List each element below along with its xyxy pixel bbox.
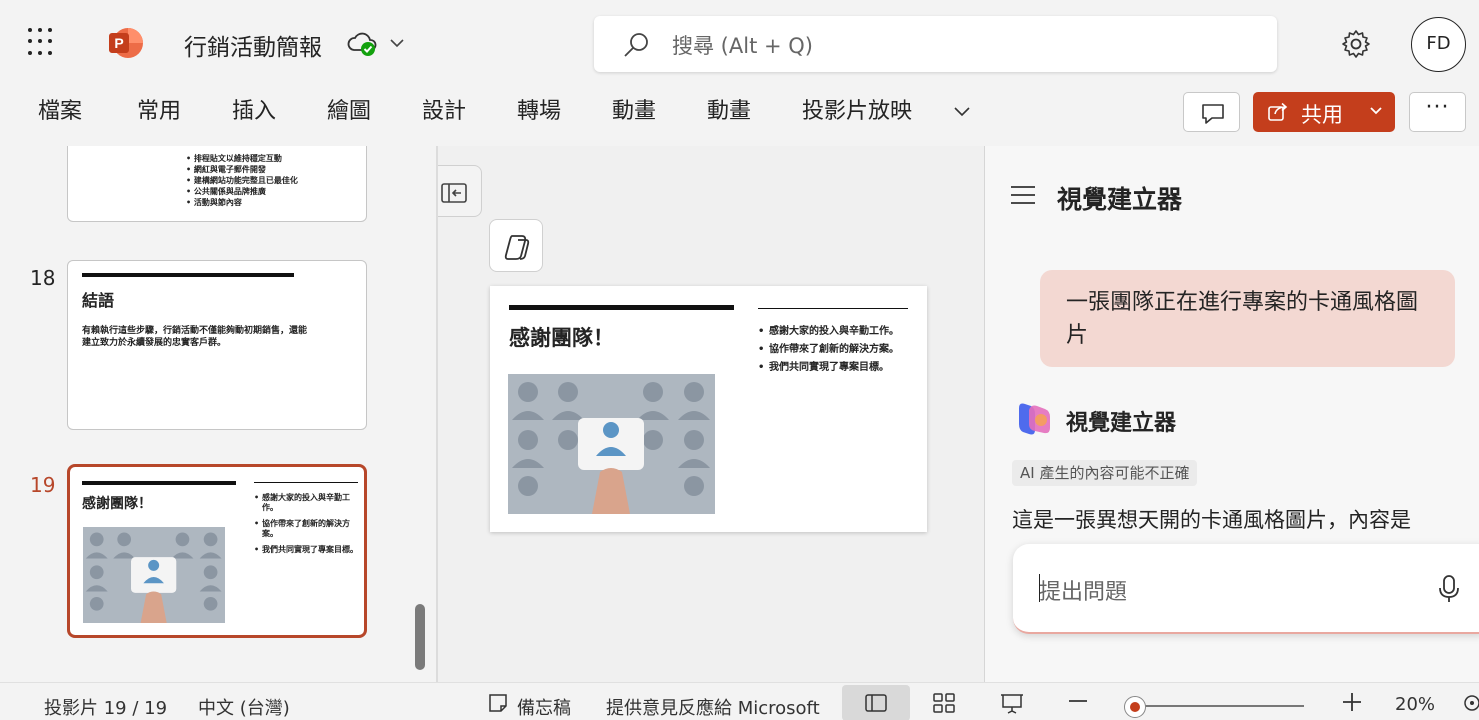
ask-placeholder: 提出問題 <box>1039 580 1128 605</box>
title-rule <box>82 481 236 485</box>
normal-view-button[interactable] <box>842 685 910 720</box>
copilot-icon <box>504 235 530 260</box>
thumbnail-bullet: 協作帶來了創新的解決方案。 <box>254 519 362 539</box>
fit-to-window-icon[interactable] <box>1462 693 1479 713</box>
slide-bullet: 協作帶來了創新的解決方案。 <box>758 344 918 356</box>
thumbnail-bullet: 建構網站功能完整且已最佳化 <box>186 175 298 186</box>
thumbnail-title: 感謝團隊！ <box>82 496 152 512</box>
bullet-rule <box>254 482 358 483</box>
zoom-slider-handle[interactable] <box>1124 696 1146 718</box>
slide-bullet-list[interactable]: 感謝大家的投入與辛勤工作。 協作帶來了創新的解決方案。 我們共同實現了專案目標。 <box>758 326 918 380</box>
normal-view-icon <box>865 694 887 712</box>
visual-creator-icon <box>1019 403 1050 435</box>
zoom-level[interactable]: 20% <box>1395 694 1435 715</box>
search-icon <box>624 33 648 57</box>
tab-animations[interactable]: 動畫 <box>612 96 656 128</box>
zoom-in-icon[interactable] <box>1342 692 1362 712</box>
tab-transitions[interactable]: 轉場 <box>517 96 561 128</box>
thumbnail-title: 結語 <box>82 291 115 310</box>
slide-sorter-icon[interactable] <box>932 693 956 713</box>
ai-disclaimer-badge: AI 產生的內容可能不正確 <box>1012 460 1198 486</box>
notes-button[interactable]: 備忘稿 <box>517 694 571 720</box>
slide-thumbnail-18[interactable]: 結語 有賴執行這些步驟，行銷活動不僅能夠動初期銷售，還能建立致力於永續發展的忠實… <box>67 260 367 430</box>
share-icon <box>1268 102 1288 121</box>
bot-name: 視覺建立器 <box>1066 411 1177 436</box>
thumbnail-bullet: 公共關係與品牌推廣 <box>186 186 298 197</box>
slide-number: 18 <box>30 266 56 290</box>
notes-icon[interactable] <box>487 693 509 713</box>
puzzle-team-image <box>83 527 225 623</box>
slide-thumbnail-19-selected[interactable]: 感謝團隊！ 感謝大家的投入與辛勤工作。 協作帶來了創新的解決方案。 我們共同實現… <box>67 464 367 638</box>
tab-insert[interactable]: 插入 <box>232 96 276 128</box>
bullet-rule <box>758 308 908 309</box>
user-message-bubble: 一張團隊正在進行專案的卡通風格圖片 <box>1040 270 1455 367</box>
thumbnail-bullet: 活動與節內容 <box>186 197 298 208</box>
share-button[interactable]: 共用 <box>1253 92 1395 132</box>
bot-message: 這是一張異想天開的卡通風格圖片，內容是 <box>1012 508 1411 532</box>
slide-bullet: 感謝大家的投入與辛勤工作。 <box>758 326 918 338</box>
thumbnail-bullet: 我們共同實現了專案目標。 <box>254 545 362 555</box>
search-input[interactable]: 搜尋 (Alt + Q) <box>594 16 1277 72</box>
more-options-button[interactable]: ··· <box>1409 92 1466 132</box>
slide-thumbnail-17[interactable]: 排程貼文以維持穩定互動 網紅與電子郵件開發 建構網站功能完整且已最佳化 公共關係… <box>67 146 367 222</box>
thumbnail-bullet: 排程貼文以維持穩定互動 <box>186 153 298 164</box>
more-tabs-chevron-icon[interactable] <box>952 101 972 121</box>
language-indicator[interactable]: 中文 (台灣) <box>198 694 290 720</box>
slide-bullet: 我們共同實現了專案目標。 <box>758 362 918 374</box>
zoom-slider-track[interactable] <box>1128 705 1304 707</box>
slide-title[interactable]: 感謝團隊！ <box>509 322 614 352</box>
feedback-button[interactable]: 提供意見反應給 Microsoft <box>606 694 820 720</box>
thumbnail-bullet: 感謝大家的投入與辛勤工作。 <box>254 493 362 513</box>
tab-design[interactable]: 設計 <box>422 96 466 128</box>
tab-slideshow[interactable]: 投影片放映 <box>802 96 912 128</box>
tab-file[interactable]: 檔案 <box>38 96 82 128</box>
copilot-button[interactable] <box>489 219 543 272</box>
slide-number-selected: 19 <box>30 473 56 497</box>
avatar[interactable]: FD <box>1411 17 1466 72</box>
chevron-down-icon <box>1370 107 1382 115</box>
ribbon-tabs: 檔案 常用 插入 繪圖 設計 轉場 動畫 動畫 投影片放映 共用 ··· <box>0 88 1479 146</box>
comments-button[interactable] <box>1183 92 1240 132</box>
app-launcher-icon[interactable] <box>28 28 56 56</box>
powerpoint-logo-icon[interactable]: P <box>106 24 144 62</box>
microphone-icon[interactable] <box>1437 574 1461 604</box>
thumbnail-scrollbar[interactable] <box>415 604 425 670</box>
slide-thumbnail-pane: 排程貼文以維持穩定互動 網紅與電子郵件開發 建構網站功能完整且已最佳化 公共關係… <box>0 146 436 682</box>
title-rule <box>82 273 294 277</box>
title-rule <box>509 305 734 310</box>
slideshow-icon[interactable] <box>1000 693 1024 715</box>
status-bar: 投影片 19 / 19 中文 (台灣) 備忘稿 提供意見反應給 Microsof… <box>0 682 1479 720</box>
title-bar: P 行銷活動簡報 搜尋 (Alt + Q) FD <box>0 0 1479 88</box>
text-caret <box>1039 574 1040 602</box>
zoom-out-icon[interactable] <box>1068 699 1088 703</box>
svg-text:P: P <box>114 35 123 51</box>
pane-title: 視覺建立器 <box>1057 185 1183 214</box>
chevron-down-icon[interactable] <box>388 34 406 52</box>
hamburger-menu-icon[interactable] <box>1010 184 1036 206</box>
ask-question-input[interactable]: 提出問題 <box>1013 544 1479 634</box>
collapse-pane-icon <box>441 183 467 203</box>
puzzle-team-image[interactable] <box>508 374 715 514</box>
document-title[interactable]: 行銷活動簡報 <box>184 28 322 62</box>
tab-animations-2[interactable]: 動畫 <box>707 96 751 128</box>
cloud-saved-icon[interactable] <box>346 30 378 58</box>
collapse-thumbnails-button[interactable] <box>438 165 482 217</box>
tab-home[interactable]: 常用 <box>137 96 181 128</box>
gear-icon[interactable] <box>1340 28 1372 60</box>
share-label: 共用 <box>1301 103 1343 127</box>
tab-draw[interactable]: 繪圖 <box>327 96 371 128</box>
thumbnail-body: 有賴執行這些步驟，行銷活動不僅能夠動初期銷售，還能建立致力於永續發展的忠實客戶群… <box>82 326 308 348</box>
comment-icon <box>1202 104 1224 124</box>
search-placeholder: 搜尋 (Alt + Q) <box>672 34 813 58</box>
thumbnail-bullet: 網紅與電子郵件開發 <box>186 164 298 175</box>
current-slide[interactable]: 感謝團隊！ 感謝大家的投入與辛勤工作。 協作帶來了創新的解決方案。 我們共同實現… <box>490 286 927 532</box>
slide-counter: 投影片 19 / 19 <box>44 698 168 719</box>
